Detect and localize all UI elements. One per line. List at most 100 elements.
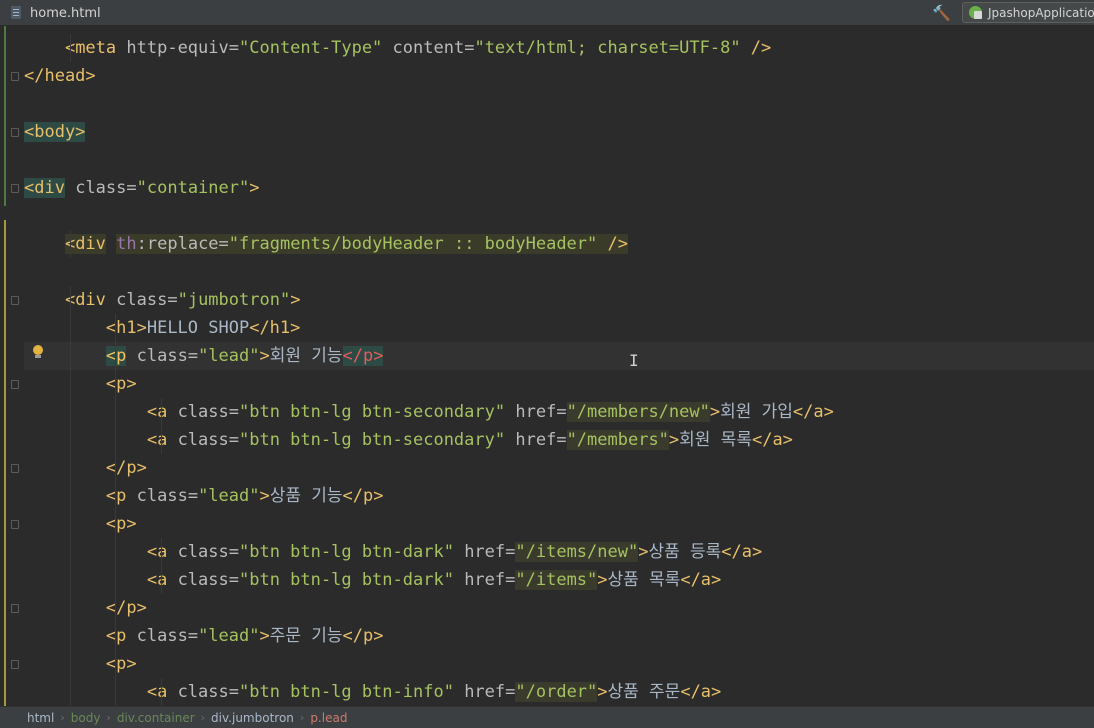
indent-guide [69, 34, 71, 62]
indent-guide [115, 454, 117, 482]
breadcrumb-div-jumbotron[interactable]: div.jumbotron [211, 711, 294, 725]
indent-guide [69, 342, 71, 370]
spring-boot-icon [969, 6, 982, 19]
code-token: > [259, 346, 270, 366]
fold-marker[interactable] [11, 380, 19, 389]
code-token: <div [24, 178, 65, 198]
fold-marker[interactable] [11, 72, 19, 81]
fold-marker[interactable] [11, 660, 19, 669]
breadcrumb-body[interactable]: body [71, 711, 101, 725]
fold-marker[interactable] [11, 296, 19, 305]
indent-guide [115, 426, 117, 454]
code-line[interactable] [24, 258, 1084, 286]
code-line[interactable] [24, 146, 1084, 174]
code-token: <body> [24, 122, 86, 142]
code-token: "btn btn-lg btn-dark" [239, 542, 454, 562]
code-token: = [228, 542, 239, 562]
code-token: "lead" [198, 346, 260, 366]
code-line[interactable] [24, 202, 1084, 230]
tab-home-html[interactable]: home.html [10, 3, 101, 23]
code-token: "btn btn-lg btn-secondary" [239, 402, 506, 422]
code-token: http-equiv [126, 38, 229, 58]
code-token: </a> [680, 570, 722, 590]
code-line[interactable]: <body> [24, 118, 1084, 146]
code-line[interactable]: <div th:replace="fragments/bodyHeader ::… [24, 230, 1084, 258]
code-token: content [392, 38, 465, 58]
chevron-right-icon: › [60, 711, 65, 724]
fold-marker[interactable] [11, 128, 19, 137]
code-line[interactable]: <a class="btn btn-lg btn-info" href="/or… [24, 678, 1084, 706]
code-token: "jumbotron" [177, 290, 291, 310]
fold-marker[interactable] [11, 464, 19, 473]
indent-guide [160, 426, 162, 454]
breadcrumb-html[interactable]: html [27, 711, 54, 725]
breadcrumb-p-lead[interactable]: p.lead [310, 711, 347, 725]
indent-guide [69, 510, 71, 538]
code-token: <h1> [105, 318, 147, 338]
hammer-icon[interactable]: 🔨 [932, 4, 951, 22]
code-token: href [515, 430, 557, 450]
code-line[interactable]: </p> [24, 454, 1084, 482]
code-token: class [177, 542, 229, 562]
code-token: = [464, 38, 475, 58]
code-token: <div [64, 234, 106, 254]
code-token: </p> [105, 458, 147, 478]
indent-guide [115, 566, 117, 594]
fold-marker[interactable] [11, 520, 19, 529]
indent-guide [115, 314, 117, 342]
code-line[interactable]: </p> [24, 594, 1084, 622]
code-lines[interactable]: <meta http-equiv="Content-Type" content=… [24, 34, 1084, 706]
code-line[interactable]: <p class="lead">주문 기능</p> [24, 622, 1084, 650]
code-token: > [259, 486, 270, 506]
code-editor[interactable]: <meta http-equiv="Content-Type" content=… [0, 26, 1094, 706]
code-line[interactable]: <a class="btn btn-lg btn-dark" href="/it… [24, 566, 1084, 594]
code-line[interactable]: <p> [24, 510, 1084, 538]
code-token: href [464, 682, 506, 702]
code-token: </a> [751, 430, 793, 450]
code-token: <p> [105, 374, 137, 394]
code-line[interactable]: <a class="btn btn-lg btn-dark" href="/it… [24, 538, 1084, 566]
code-token: </p> [342, 486, 384, 506]
code-line[interactable]: <a class="btn btn-lg btn-secondary" href… [24, 426, 1084, 454]
code-line[interactable]: <p> [24, 650, 1084, 678]
code-line[interactable]: <div class="container"> [24, 174, 1084, 202]
chevron-right-icon: › [106, 711, 111, 724]
code-line[interactable]: <p class="lead">회원 기능</p> [24, 342, 1084, 370]
code-line[interactable]: <a class="btn btn-lg btn-secondary" href… [24, 398, 1084, 426]
vcs-change-marker[interactable] [4, 26, 6, 206]
code-token: > [668, 430, 680, 450]
code-line[interactable] [24, 90, 1084, 118]
code-token: "/members" [566, 430, 669, 450]
code-line[interactable]: <div class="jumbotron"> [24, 286, 1084, 314]
code-token: replace [146, 234, 219, 254]
indent-guide [69, 286, 71, 314]
code-token: = [505, 542, 516, 562]
code-line[interactable]: </head> [24, 62, 1084, 90]
code-line[interactable]: <h1>HELLO SHOP</h1> [24, 314, 1084, 342]
breadcrumb-div-container[interactable]: div.container [117, 711, 195, 725]
indent-guide [69, 398, 71, 426]
vcs-change-marker[interactable] [4, 220, 6, 706]
code-token: "Content-Type" [239, 38, 383, 58]
code-line[interactable]: <p> [24, 370, 1084, 398]
code-token: "fragments/bodyHeader :: bodyHeader" [228, 234, 598, 254]
run-configuration-selector[interactable]: JpashopApplication [962, 2, 1094, 23]
fold-marker[interactable] [11, 184, 19, 193]
code-line[interactable]: <meta http-equiv="Content-Type" content=… [24, 34, 1084, 62]
code-line[interactable]: <p class="lead">상품 기능</p> [24, 482, 1084, 510]
code-token: /> [740, 38, 772, 58]
fold-marker[interactable] [11, 604, 19, 613]
